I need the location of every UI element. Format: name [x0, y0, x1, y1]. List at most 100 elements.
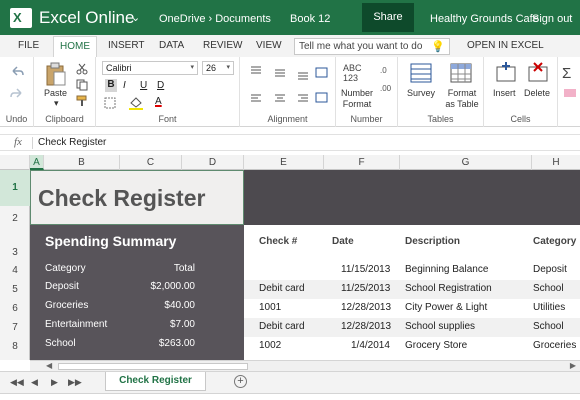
bold-button[interactable]: B — [105, 79, 117, 92]
column-header-g[interactable]: G — [400, 155, 532, 170]
breadcrumb[interactable]: OneDrive › Documents — [159, 13, 271, 25]
row-header-2[interactable]: 2 — [0, 206, 30, 225]
column-header-d[interactable]: D — [182, 155, 244, 170]
column-headers: A B C D E F G H — [0, 155, 580, 170]
excel-logo-icon[interactable]: X — [10, 8, 32, 28]
row-header-5[interactable]: 5 — [0, 280, 30, 299]
autosum-icon[interactable]: Σ — [562, 65, 571, 82]
scroll-right-icon[interactable]: ▶ — [570, 361, 576, 370]
header-description[interactable]: Description — [405, 236, 460, 247]
formula-bar: fx Check Register — [0, 134, 580, 151]
last-sheet-icon[interactable]: ▶▶ — [68, 377, 82, 388]
format-as-table-button[interactable]: Format as Table — [442, 88, 482, 110]
tab-file[interactable]: FILE — [18, 40, 39, 51]
format-painter-icon[interactable] — [76, 95, 88, 107]
ribbon: Undo Paste ▾ Clipboard Calibri ▾ 26 ▾ B I — [0, 57, 580, 127]
alignment-icons[interactable] — [248, 65, 330, 109]
header-check-number[interactable]: Check # — [259, 236, 297, 247]
previous-sheet-icon[interactable]: ◀ — [31, 377, 38, 388]
cell-check: 1002 — [259, 340, 282, 351]
first-sheet-icon[interactable]: ◀◀ — [10, 377, 24, 388]
insert-cells-icon[interactable] — [496, 62, 516, 82]
row-header-7[interactable]: 7 — [0, 318, 30, 337]
column-header-f[interactable]: F — [324, 155, 400, 170]
delete-button[interactable]: Delete — [524, 88, 550, 98]
chevron-down-icon[interactable]: ⌄ — [131, 11, 140, 24]
summary-col-category: Category — [45, 263, 86, 274]
summary-row[interactable]: Groceries $40.00 — [45, 300, 230, 311]
table-row[interactable]: 1001 12/28/2013 City Power & Light Utili… — [244, 299, 580, 318]
font-name-select[interactable]: Calibri ▾ — [102, 61, 198, 75]
paste-button[interactable]: Paste — [44, 88, 67, 98]
select-all-corner[interactable] — [0, 155, 30, 170]
borders-icon[interactable] — [104, 97, 118, 109]
paste-icon[interactable] — [45, 62, 67, 86]
row-header-4[interactable]: 4 — [0, 261, 30, 280]
scrollbar-thumb[interactable] — [58, 363, 248, 370]
workbook-name[interactable]: Book 12 — [290, 13, 330, 25]
copy-icon[interactable] — [76, 79, 88, 91]
next-sheet-icon[interactable]: ▶ — [51, 377, 58, 388]
table-row[interactable]: 11/15/2013 Beginning Balance Deposit — [244, 261, 580, 280]
format-as-table-icon[interactable] — [450, 63, 472, 83]
italic-button[interactable]: I — [123, 80, 126, 91]
tab-view[interactable]: VIEW — [256, 40, 282, 51]
tab-home[interactable]: HOME — [53, 36, 97, 57]
function-icon[interactable]: fx — [14, 136, 22, 148]
row-header-1[interactable]: 1 — [0, 170, 30, 206]
delete-cells-icon[interactable] — [528, 62, 548, 82]
column-header-h[interactable]: H — [532, 155, 580, 170]
formula-input[interactable]: Check Register — [38, 137, 106, 148]
selected-title-cell[interactable]: Check Register — [30, 170, 244, 225]
sheet-tab-check-register[interactable]: Check Register — [105, 372, 206, 391]
font-size-select[interactable]: 26 ▾ — [202, 61, 234, 75]
header-date[interactable]: Date — [332, 236, 354, 247]
decimal-icons[interactable]: .0 .00 — [380, 63, 394, 99]
scroll-left-icon[interactable]: ◀ — [46, 361, 52, 370]
tab-insert[interactable]: INSERT — [108, 40, 145, 51]
row-header-8[interactable]: 8 — [0, 337, 30, 356]
column-header-e[interactable]: E — [244, 155, 324, 170]
summary-row[interactable]: School $263.00 — [45, 338, 230, 349]
font-group: Calibri ▾ 26 ▾ B I U D A Font — [96, 57, 240, 127]
column-header-b[interactable]: B — [44, 155, 120, 170]
clear-icon[interactable] — [564, 89, 576, 97]
app-name[interactable]: Excel Online — [39, 8, 134, 28]
paste-dropdown-icon[interactable]: ▾ — [54, 98, 59, 109]
fill-color-icon[interactable] — [128, 96, 144, 110]
table-row[interactable]: Debit card 12/28/2013 School supplies Sc… — [244, 318, 580, 337]
row-header-3[interactable]: 3 — [0, 225, 30, 261]
add-sheet-button[interactable]: + — [234, 375, 247, 388]
summary-row[interactable]: Entertainment $7.00 — [45, 319, 230, 330]
tab-data[interactable]: DATA — [159, 40, 184, 51]
column-header-c[interactable]: C — [120, 155, 182, 170]
redo-icon[interactable] — [10, 87, 24, 101]
double-underline-button[interactable]: D — [157, 80, 164, 91]
survey-button[interactable]: Survey — [407, 88, 435, 98]
font-color-button[interactable]: A — [155, 96, 162, 107]
sign-out-link[interactable]: Sign out — [532, 13, 572, 25]
open-in-excel-button[interactable]: OPEN IN EXCEL — [467, 40, 544, 51]
cut-icon[interactable] — [76, 63, 88, 75]
tell-me-input[interactable]: Tell me what you want to do 💡 — [294, 38, 450, 55]
worksheet-grid[interactable]: Check Register Spending Summary Category… — [30, 170, 580, 360]
horizontal-scrollbar[interactable]: ◀ ▶ — [30, 360, 580, 371]
column-header-a[interactable]: A — [30, 155, 44, 170]
alignment-label: Alignment — [267, 114, 308, 124]
header-category[interactable]: Category — [533, 236, 576, 247]
number-format-icon[interactable]: ABC 123 — [343, 63, 369, 83]
tab-review[interactable]: REVIEW — [203, 40, 242, 51]
row-header-6[interactable]: 6 — [0, 299, 30, 318]
undo-icon[interactable] — [10, 65, 24, 79]
insert-button[interactable]: Insert — [493, 88, 516, 98]
cell-check: Debit card — [259, 283, 305, 294]
share-button[interactable]: Share — [362, 3, 414, 32]
summary-row[interactable]: Deposit $2,000.00 — [45, 281, 230, 292]
table-row[interactable]: 1002 1/4/2014 Grocery Store Groceries — [244, 337, 580, 356]
number-format-button[interactable]: Number Format — [339, 88, 375, 110]
table-row[interactable]: Debit card 11/25/2013 School Registratio… — [244, 280, 580, 299]
survey-icon[interactable] — [410, 63, 432, 83]
account-name[interactable]: Healthy Grounds Cafe — [430, 13, 539, 25]
summary-total: $40.00 — [164, 300, 195, 311]
underline-button[interactable]: U — [140, 80, 147, 91]
